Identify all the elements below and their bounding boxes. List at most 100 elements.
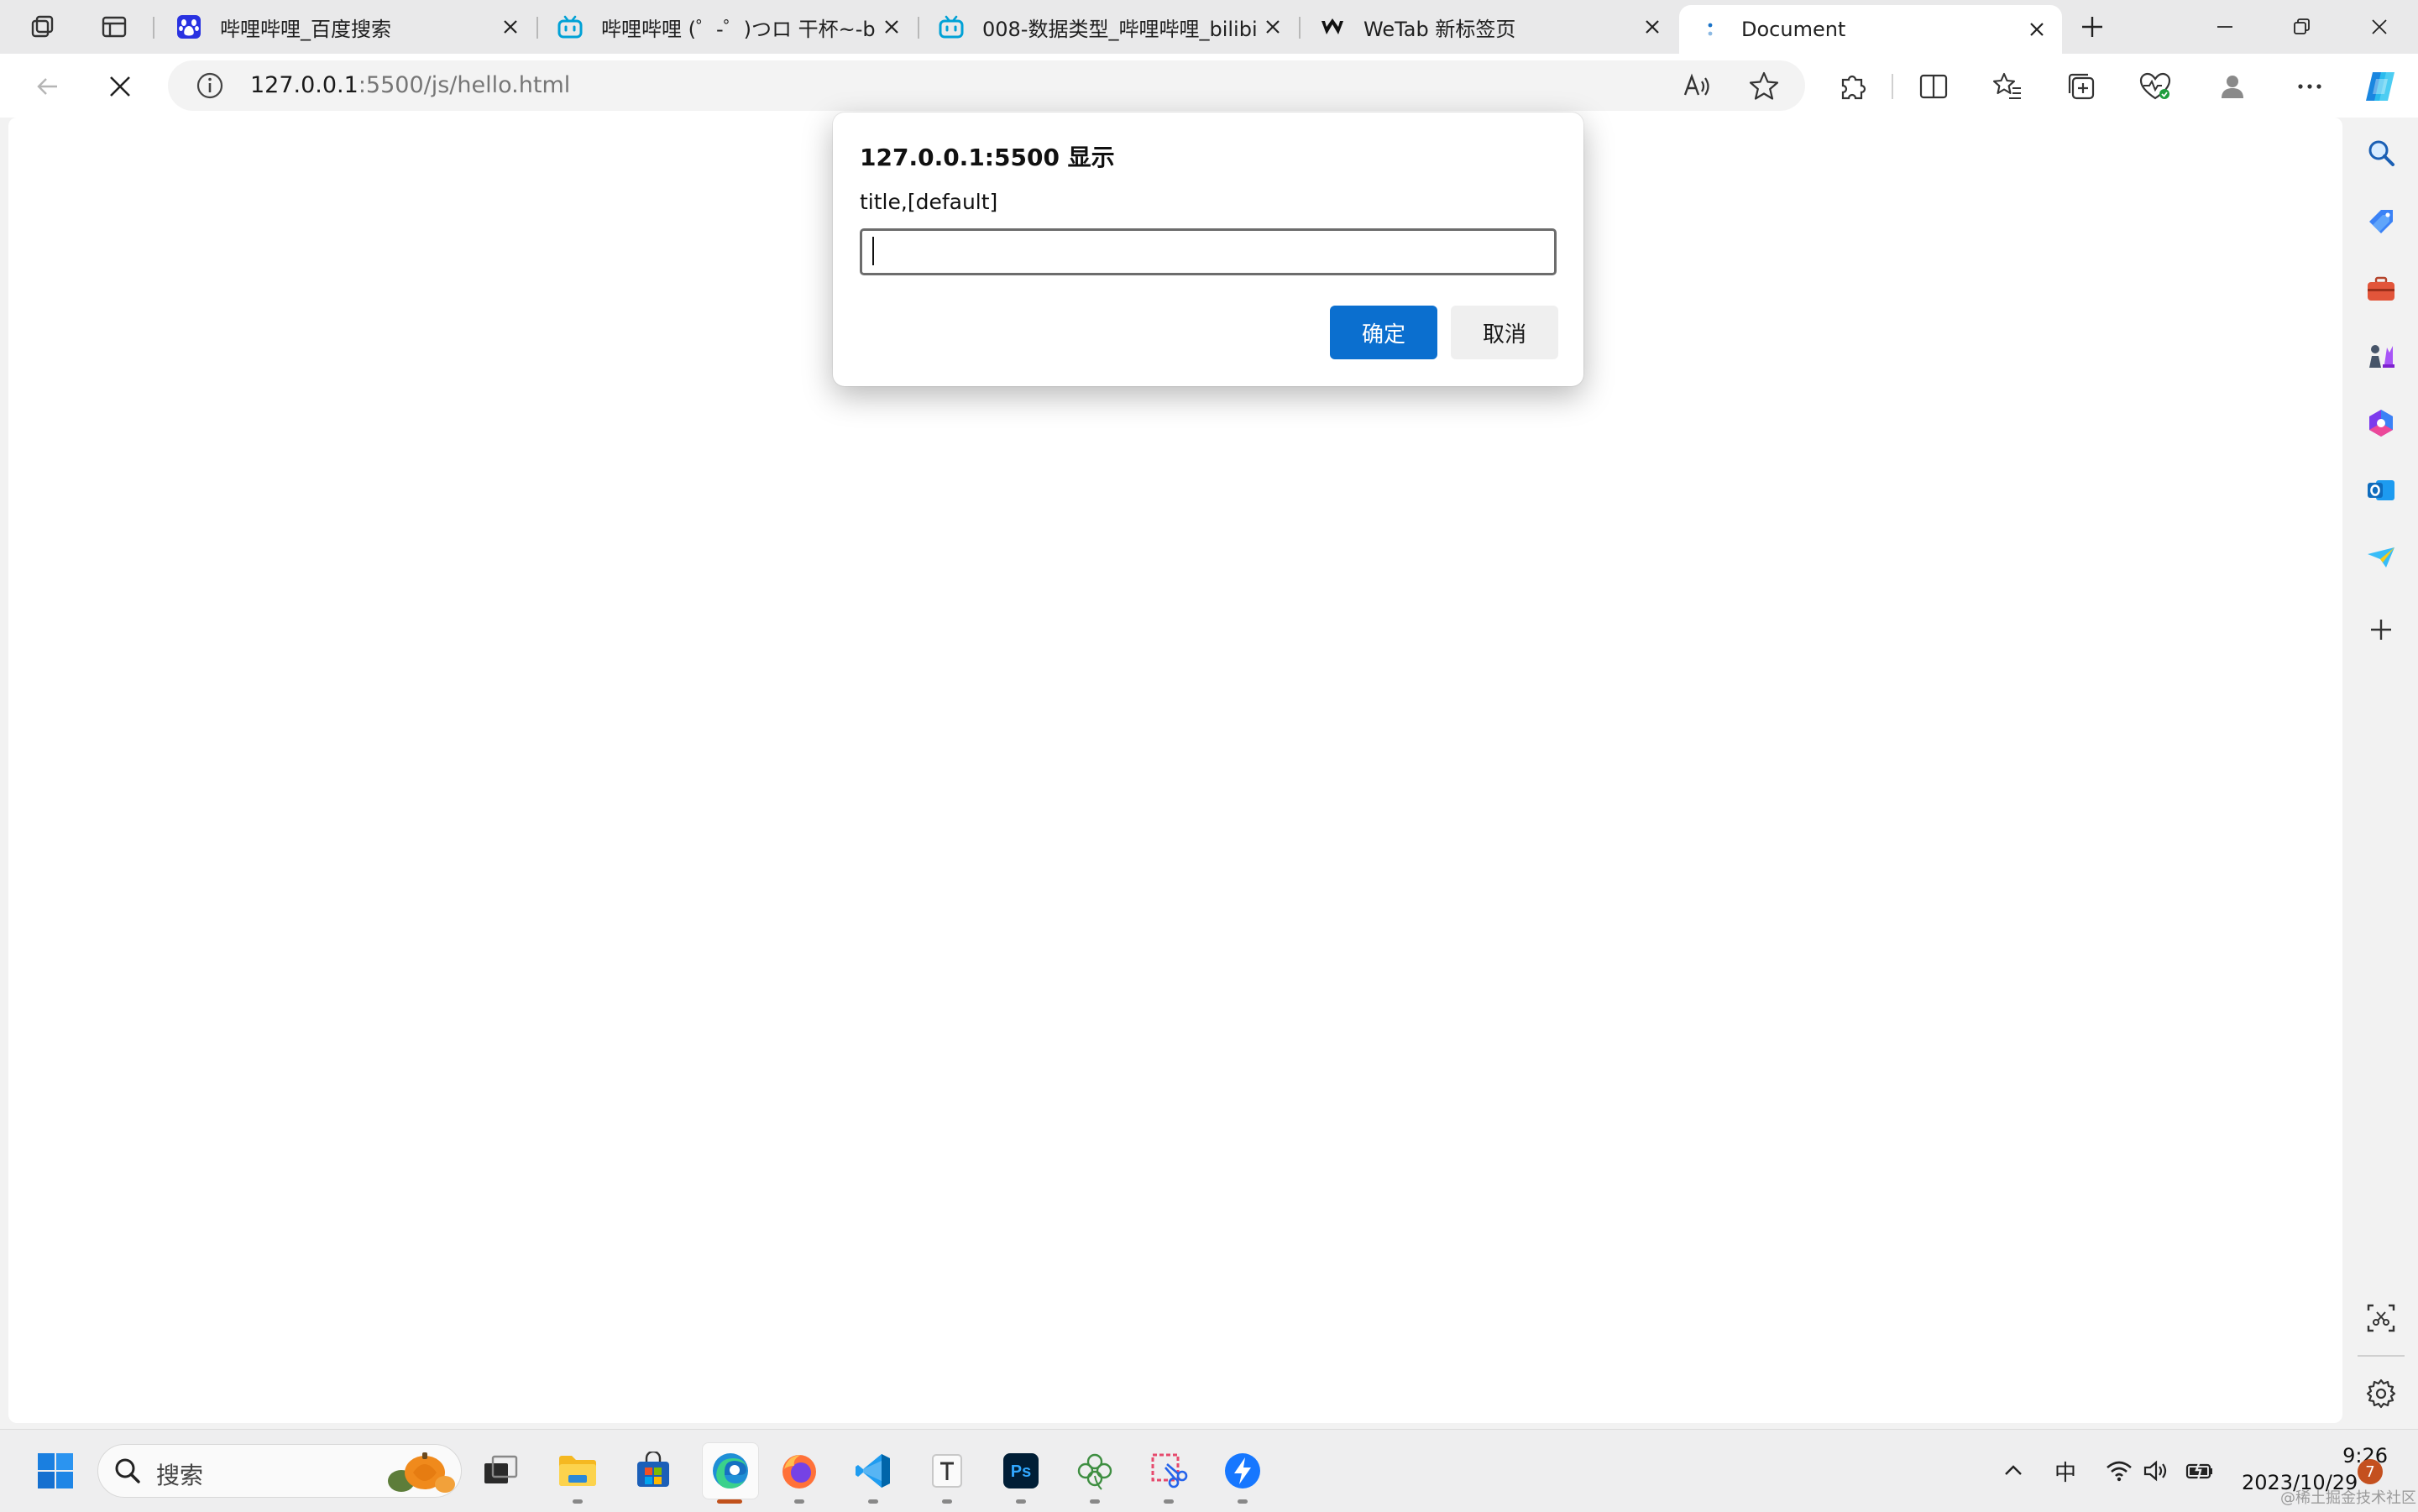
url-path: :5500/js/hello.html: [358, 72, 571, 98]
url-text[interactable]: 127.0.0.1:5500/js/hello.html: [250, 72, 570, 98]
sidebar-microsoft365-button[interactable]: [2358, 400, 2405, 447]
cancel-button[interactable]: 取消: [1451, 306, 1558, 359]
browser-essentials-button[interactable]: [2134, 65, 2176, 107]
sidebar-tools-button[interactable]: [2358, 265, 2405, 312]
watermark-text: @稀土掘金技术社区: [2280, 1489, 2416, 1507]
vscode-app[interactable]: [848, 1446, 898, 1496]
back-button[interactable]: [27, 65, 69, 107]
extensions-button[interactable]: [1832, 65, 1874, 107]
active-app-indicator: [717, 1499, 742, 1504]
copilot-button[interactable]: [2359, 65, 2401, 107]
plus-icon: [2082, 17, 2102, 37]
close-tab-button[interactable]: [495, 12, 526, 42]
close-icon: [1646, 20, 1659, 34]
close-icon: [1266, 20, 1280, 34]
svg-text:Ps: Ps: [1011, 1462, 1031, 1481]
close-icon: [885, 20, 898, 34]
bilibili-tv-icon: [939, 14, 964, 39]
sidebar-search-button[interactable]: [2358, 129, 2405, 176]
favorites-button[interactable]: [1986, 65, 2028, 107]
running-indicator: [1090, 1499, 1100, 1504]
outlook-icon: [2368, 480, 2394, 500]
edge-browser-icon: [713, 1453, 748, 1488]
running-indicator: [1238, 1499, 1248, 1504]
tab-title: 008-数据类型_哔哩哔哩_bilibili: [982, 17, 1258, 41]
snipping-tool-app[interactable]: [1144, 1446, 1194, 1496]
settings-and-more-button[interactable]: [2289, 65, 2331, 107]
read-aloud-icon: [1683, 73, 1709, 96]
close-tab-button[interactable]: [1637, 12, 1667, 42]
edge-app[interactable]: [702, 1442, 759, 1499]
sidebar-shopping-button[interactable]: [2358, 198, 2405, 245]
read-aloud-button[interactable]: [1676, 65, 1718, 107]
thunder-app[interactable]: [1217, 1446, 1268, 1496]
sidebar-games-button[interactable]: [2358, 332, 2405, 379]
show-hidden-icons-button[interactable]: [1997, 1454, 2030, 1488]
battery-icon[interactable]: [2183, 1454, 2216, 1488]
site-info-icon[interactable]: [195, 71, 225, 101]
task-view-button[interactable]: [475, 1446, 526, 1496]
edge-sidebar: [2346, 118, 2418, 1429]
prompt-input[interactable]: [860, 228, 1557, 275]
restore-button[interactable]: [2264, 0, 2341, 54]
bilibili-tv-icon: [557, 14, 583, 39]
photoshop-app[interactable]: Ps: [996, 1446, 1046, 1496]
loading-icon: [1698, 17, 1723, 42]
dialog-title: 127.0.0.1:5500 显示: [860, 144, 1115, 171]
close-tab-button[interactable]: [2022, 14, 2052, 44]
tab-bilibili-home[interactable]: 哔哩哔哩 (゜-゜)つロ 干杯~-bi: [539, 7, 917, 47]
pumpkin-highlight-icon[interactable]: [379, 1447, 458, 1496]
close-window-button[interactable]: [2341, 0, 2418, 54]
notification-badge[interactable]: 7: [2358, 1459, 2383, 1484]
sidebar-drop-button[interactable]: [2358, 534, 2405, 581]
clover-icon: [1077, 1453, 1112, 1490]
new-tab-button[interactable]: [2074, 8, 2111, 45]
typora-app[interactable]: [922, 1446, 972, 1496]
store-bag-icon: [637, 1452, 669, 1487]
file-explorer-app[interactable]: [552, 1446, 603, 1496]
profile-button[interactable]: [2211, 65, 2253, 107]
start-button[interactable]: [30, 1446, 81, 1496]
volume-icon[interactable]: [2139, 1454, 2173, 1488]
favorite-button[interactable]: [1743, 65, 1785, 107]
split-screen-button[interactable]: [1913, 65, 1955, 107]
wifi-icon[interactable]: [2102, 1454, 2136, 1488]
toolbox-icon: [2368, 276, 2394, 301]
close-tab-button[interactable]: [1258, 12, 1288, 42]
sidebar-add-button[interactable]: [2358, 606, 2405, 653]
tab-title: WeTab 新标签页: [1363, 17, 1516, 41]
text-caret: [872, 237, 874, 265]
tab-document[interactable]: Document: [1679, 5, 2062, 54]
minimize-button[interactable]: [2186, 0, 2264, 54]
lucky-clover-app[interactable]: [1070, 1446, 1120, 1496]
vertical-tabs-icon: [102, 16, 127, 38]
tab-title: 哔哩哔哩 (゜-゜)つロ 干杯~-bi: [601, 17, 877, 41]
running-indicator: [868, 1499, 878, 1504]
running-indicator: [942, 1499, 952, 1504]
tab-bilibili-video[interactable]: 008-数据类型_哔哩哔哩_bilibili: [920, 7, 1298, 47]
plus-icon: [2371, 620, 2391, 640]
paper-plane-icon: [2368, 547, 2394, 568]
vertical-tabs-button[interactable]: [96, 8, 133, 45]
microsoft-store-app[interactable]: [628, 1446, 678, 1496]
tab-wetab[interactable]: WeTab 新标签页: [1301, 7, 1677, 47]
windows-logo-icon: [38, 1453, 73, 1488]
sidebar-outlook-button[interactable]: [2358, 467, 2405, 514]
close-tab-button[interactable]: [877, 12, 907, 42]
sidebar-separator: [2358, 1355, 2405, 1357]
close-icon: [110, 76, 130, 97]
firefox-app[interactable]: [774, 1446, 824, 1496]
ok-button[interactable]: 确定: [1330, 306, 1437, 359]
collections-button[interactable]: [2060, 65, 2102, 107]
stop-loading-button[interactable]: [99, 65, 141, 107]
input-method-indicator[interactable]: 中: [2049, 1454, 2082, 1488]
screenshot-icon: [2367, 1304, 2395, 1332]
tab-baidu-search[interactable]: 哔哩哔哩_百度搜索: [158, 7, 536, 47]
star-icon: [1749, 71, 1779, 100]
tab-title: Document: [1741, 18, 1846, 41]
workspaces-button[interactable]: [25, 8, 62, 45]
sidebar-settings-button[interactable]: [2358, 1370, 2405, 1417]
sidebar-screenshot-button[interactable]: [2358, 1295, 2405, 1342]
restore-icon: [2294, 18, 2310, 34]
task-view-icon: [484, 1455, 518, 1483]
